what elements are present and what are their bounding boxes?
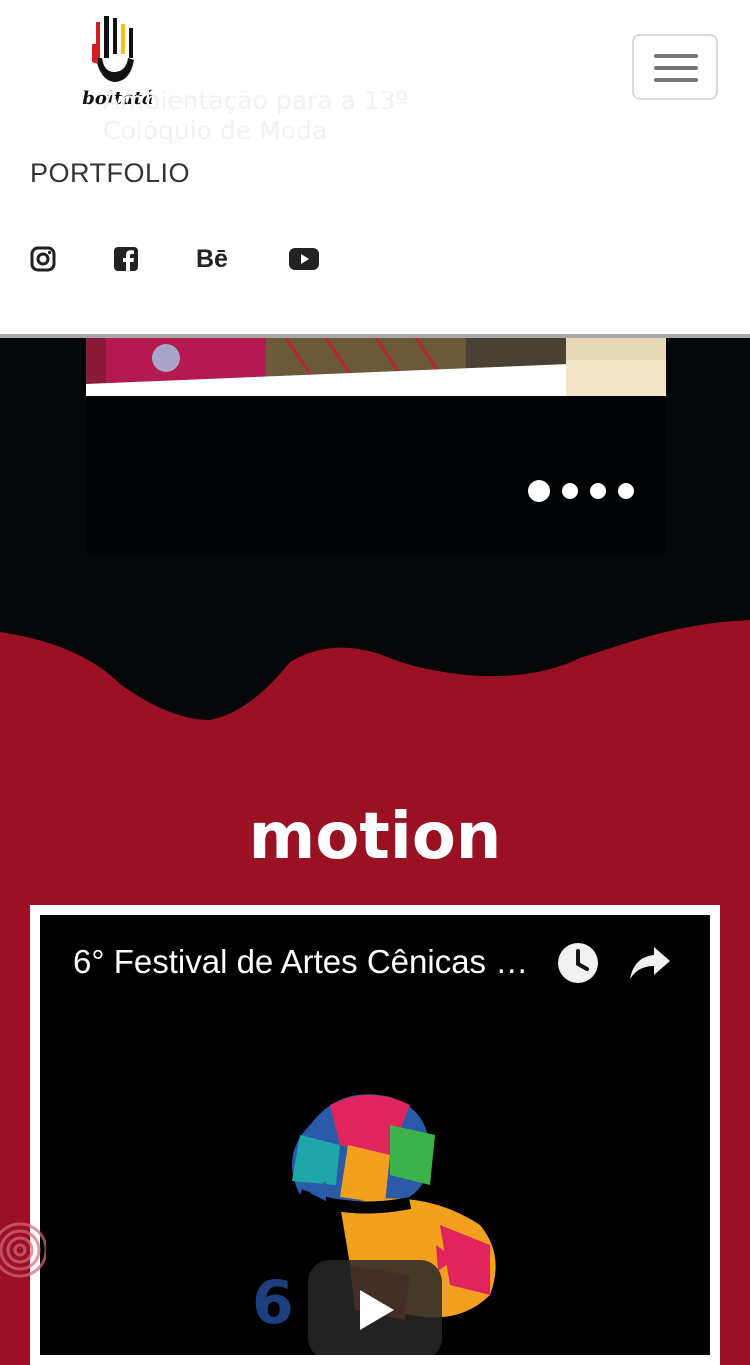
hamburger-line	[654, 78, 698, 82]
section-title-motion: motion	[248, 800, 502, 874]
slide-caption: Ambientação para a 13º Colóquio de Moda	[103, 86, 408, 145]
hamburger-line	[654, 66, 698, 70]
behance-link[interactable]: Bē	[196, 242, 228, 276]
nav-portfolio-link[interactable]: PORTFOLIO	[30, 158, 190, 189]
instagram-icon	[30, 246, 56, 272]
video-embed-frame: 6° Festival de Artes Cênicas de Cuiabá 6	[30, 905, 720, 1365]
slide-caption-panel	[86, 396, 666, 554]
slider-dot-1[interactable]	[528, 480, 550, 502]
site-header: boitatá PORTFOLIO Bē	[0, 0, 750, 338]
menu-toggle-button[interactable]	[632, 34, 718, 100]
hamburger-line	[654, 54, 698, 58]
youtube-link[interactable]	[289, 242, 319, 276]
hand-logo-icon	[92, 16, 134, 82]
play-icon	[360, 1290, 394, 1330]
slider-dot-2[interactable]	[562, 483, 578, 499]
facebook-icon	[114, 247, 138, 272]
video-title[interactable]: 6° Festival de Artes Cênicas de Cuiabá	[73, 943, 543, 981]
video-player[interactable]: 6° Festival de Artes Cênicas de Cuiabá 6	[40, 915, 710, 1355]
fingerprint-icon[interactable]	[0, 1218, 46, 1278]
share-icon[interactable]	[628, 945, 672, 981]
youtube-icon	[289, 248, 319, 270]
play-button[interactable]	[308, 1260, 442, 1355]
slide-image[interactable]	[86, 338, 666, 396]
wave-divider	[0, 600, 750, 730]
facebook-link[interactable]	[113, 242, 139, 276]
slider-dot-3[interactable]	[590, 483, 606, 499]
clock-icon[interactable]	[557, 942, 599, 984]
poster-number: 6	[252, 1268, 294, 1338]
slider-dots	[528, 480, 646, 502]
slide-photo	[86, 338, 666, 396]
instagram-link[interactable]	[30, 242, 56, 276]
slider-dot-4[interactable]	[618, 483, 634, 499]
behance-icon: Bē	[196, 244, 228, 273]
